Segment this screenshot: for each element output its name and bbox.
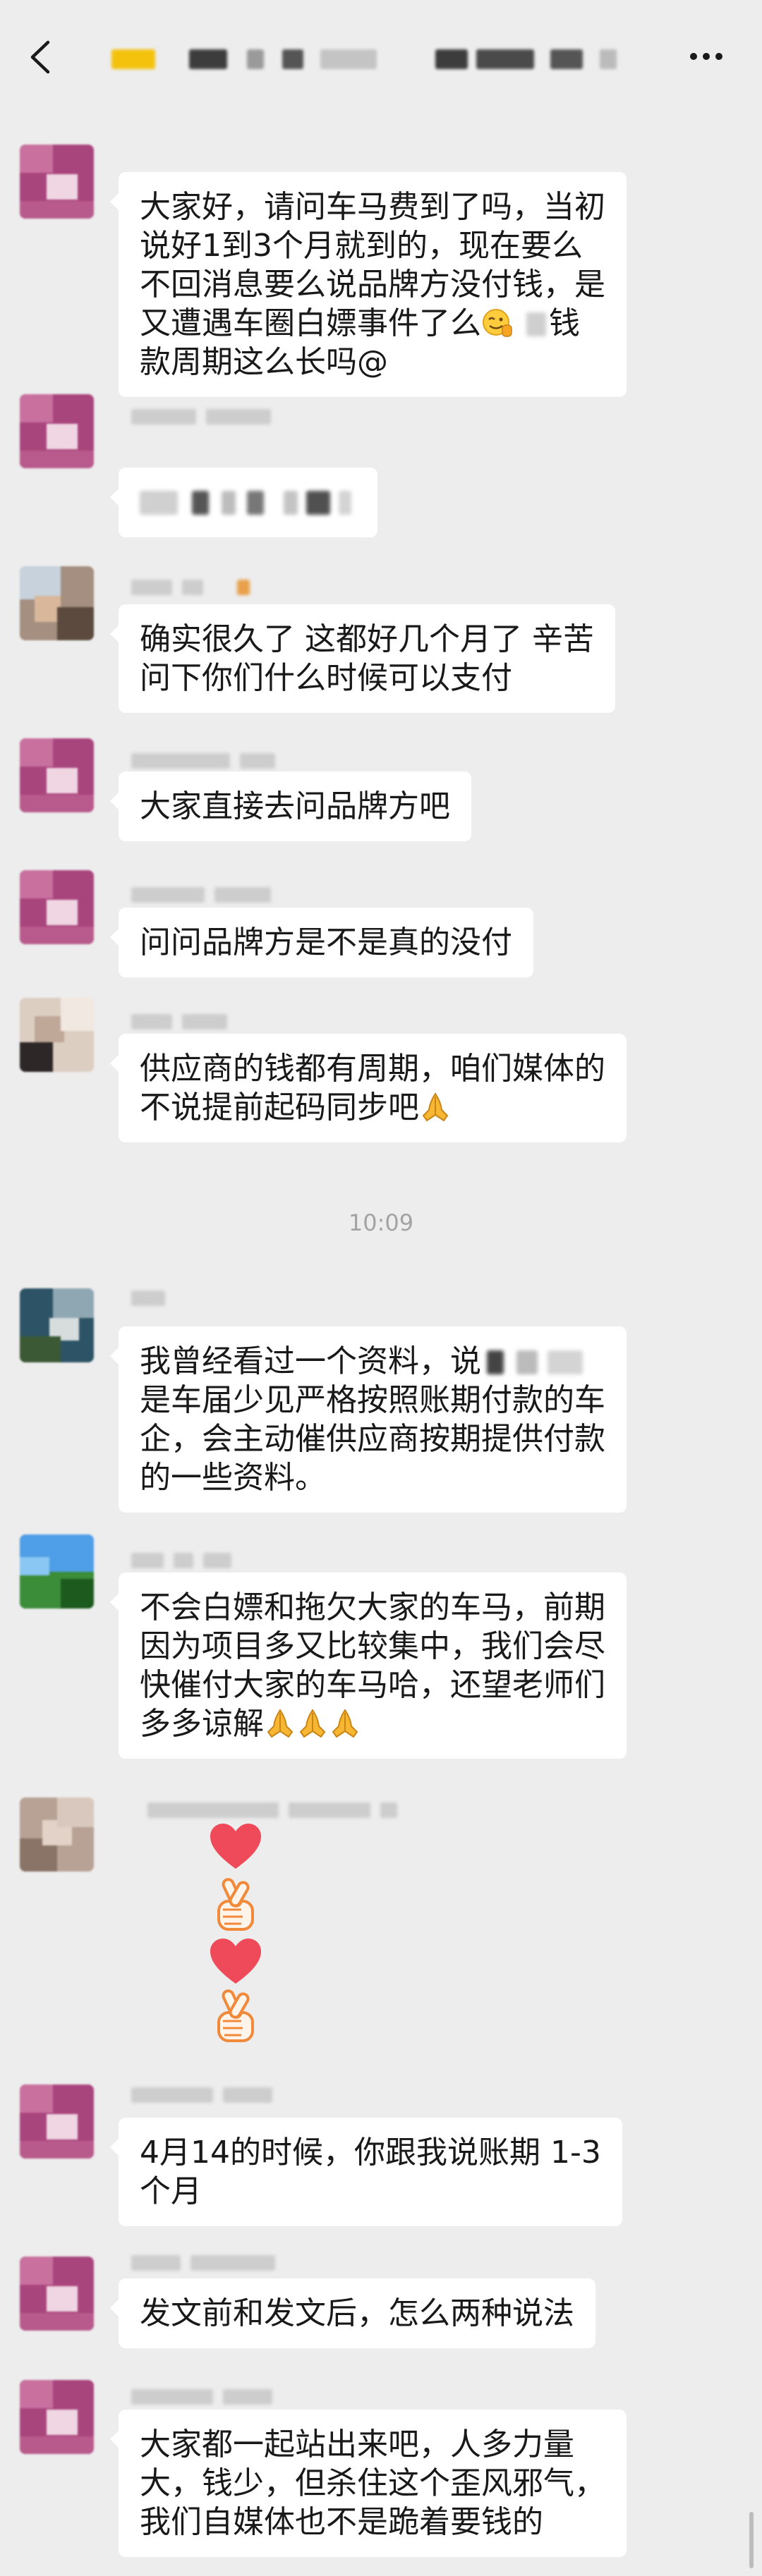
more-dots-icon[interactable] <box>682 45 731 68</box>
pray-emoji-icon <box>332 1709 358 1738</box>
redacted-block <box>189 49 227 69</box>
avatar[interactable] <box>20 1797 94 1872</box>
sender-name <box>131 887 271 903</box>
sender-name <box>131 753 275 769</box>
sender-name <box>131 1014 227 1030</box>
message-line: 说好1到3个月就到的，现在要么 <box>140 228 583 264</box>
redacted-content <box>140 483 356 522</box>
sender-name <box>147 1802 397 1818</box>
avatar[interactable] <box>20 870 94 944</box>
redacted-block <box>111 49 155 69</box>
redacted-block <box>192 490 209 515</box>
redacted-block <box>339 490 351 515</box>
redacted-block <box>140 490 178 515</box>
message-line: 大家都一起站出来吧，人多力量 <box>140 2427 574 2462</box>
message-bubble[interactable]: 4月14的时候，你跟我说账期 1-3 个月 <box>110 2118 622 2226</box>
redacted-block <box>306 490 330 515</box>
message-bubble[interactable]: 我曾经看过一个资料，说 是车届少见严格按照账期付款的车 企，会主动催供应商按期提… <box>110 1326 627 1513</box>
smirk-face-emoji-icon <box>483 309 512 337</box>
message-line: 大家好，请问车马费到了吗，当初 <box>140 189 605 225</box>
scrollbar[interactable] <box>749 2512 754 2568</box>
message-line: 是车届少见严格按照账期付款的车 <box>140 1382 605 1418</box>
message-line: 又遭遇车圈白嫖事件了么 钱 <box>140 304 605 343</box>
sender-name <box>131 1553 231 1568</box>
line-text: 多多谅解 <box>140 1706 264 1742</box>
message-line: 4月14的时候，你跟我说账期 1-3 <box>140 2135 601 2171</box>
pray-emoji-icon <box>422 1092 449 1122</box>
heart-icon[interactable] <box>209 1822 262 1872</box>
message-bubble[interactable] <box>110 468 377 537</box>
message-line: 不回消息要么说品牌方没付钱，是 <box>140 267 605 303</box>
avatar[interactable] <box>20 145 94 219</box>
line-text: 不说提前起码同步吧 <box>140 1089 419 1125</box>
avatar[interactable] <box>20 1288 94 1362</box>
redacted-block <box>600 49 617 69</box>
redacted-block <box>222 490 236 515</box>
message-line: 个月 <box>140 2173 202 2209</box>
redacted-block <box>247 49 264 69</box>
message-line: 发文前和发文后，怎么两种说法 <box>140 2295 574 2331</box>
sender-name <box>131 2087 272 2103</box>
message-line: 款周期这么长吗@ <box>140 344 388 380</box>
message-line: 大家直接去问品牌方吧 <box>140 788 450 824</box>
sender-name <box>131 1290 165 1306</box>
message-line: 多多谅解 <box>140 1704 605 1743</box>
avatar[interactable] <box>20 1534 94 1609</box>
chat-header <box>0 0 762 106</box>
avatar[interactable] <box>20 2257 94 2331</box>
message-bubble[interactable]: 大家都一起站出来吧，人多力量 大，钱少，但杀住这个歪风邪气， 我们自媒体也不是跪… <box>110 2410 627 2557</box>
pray-emoji-icon <box>299 1709 326 1738</box>
heart-icon[interactable] <box>209 1937 262 1986</box>
sender-name <box>131 2255 275 2271</box>
avatar[interactable] <box>20 394 94 468</box>
chevron-left-icon[interactable] <box>27 39 55 75</box>
message-line: 快催付大家的车马哈，还望老师们 <box>140 1667 605 1703</box>
redacted-block <box>550 49 583 69</box>
message-line: 企，会主动催供应商按期提供付款 <box>140 1421 605 1457</box>
redacted-block <box>284 490 298 515</box>
redacted-block <box>247 490 264 515</box>
message-line: 我曾经看过一个资料，说 <box>140 1342 605 1381</box>
line-text: 又遭遇车圈白嫖事件了么 <box>140 305 481 341</box>
message-line: 确实很久了 这都好几个月了 辛苦 <box>140 621 594 657</box>
redacted-block <box>548 1350 583 1374</box>
redacted-block <box>526 312 546 336</box>
message-line: 问下你们什么时候可以支付 <box>140 660 512 696</box>
redacted-block <box>476 49 534 69</box>
message-bubble[interactable]: 不会白嫖和拖欠大家的车马，前期 因为项目多又比较集中，我们会尽 快催付大家的车马… <box>110 1573 627 1759</box>
line-text: 钱 <box>549 305 580 341</box>
redacted-block <box>487 1350 504 1374</box>
timestamp: 10:09 <box>348 1209 414 1236</box>
pray-emoji-icon <box>267 1709 294 1738</box>
message-line: 供应商的钱都有周期，咱们媒体的 <box>140 1051 605 1087</box>
line-text: 我曾经看过一个资料，说 <box>140 1343 481 1379</box>
message-bubble[interactable]: 问问品牌方是不是真的没付 <box>110 908 533 977</box>
avatar[interactable] <box>20 2084 94 2159</box>
message-bubble[interactable]: 发文前和发文后，怎么两种说法 <box>110 2278 595 2348</box>
message-line: 不会白嫖和拖欠大家的车马，前期 <box>140 1589 605 1625</box>
sender-name <box>131 409 271 425</box>
avatar[interactable] <box>20 998 94 1072</box>
message-line: 大，钱少，但杀住这个歪风邪气， <box>140 2465 605 2501</box>
finger-heart-icon[interactable] <box>209 1987 262 2044</box>
message-bubble[interactable]: 大家直接去问品牌方吧 <box>110 771 471 841</box>
message-line: 问问品牌方是不是真的没付 <box>140 924 512 960</box>
message-line: 的一些资料。 <box>140 1460 326 1496</box>
message-bubble[interactable]: 供应商的钱都有周期，咱们媒体的 不说提前起码同步吧 <box>110 1034 627 1142</box>
redacted-block <box>435 49 468 69</box>
redacted-block <box>282 49 303 69</box>
sender-name <box>131 2389 272 2405</box>
avatar[interactable] <box>20 738 94 812</box>
redacted-block <box>516 1350 538 1374</box>
avatar[interactable] <box>20 566 94 640</box>
sender-name <box>131 580 250 595</box>
message-bubble[interactable]: 大家好，请问车马费到了吗，当初 说好1到3个月就到的，现在要么 不回消息要么说品… <box>110 172 627 397</box>
avatar[interactable] <box>20 2380 94 2454</box>
message-line: 因为项目多又比较集中，我们会尽 <box>140 1628 605 1664</box>
message-line: 我们自媒体也不是跪着要钱的 <box>140 2504 543 2540</box>
redacted-block <box>320 49 377 69</box>
message-line: 不说提前起码同步吧 <box>140 1088 605 1127</box>
message-bubble[interactable]: 确实很久了 这都好几个月了 辛苦 问下你们什么时候可以支付 <box>110 604 615 713</box>
finger-heart-icon[interactable] <box>209 1876 262 1932</box>
